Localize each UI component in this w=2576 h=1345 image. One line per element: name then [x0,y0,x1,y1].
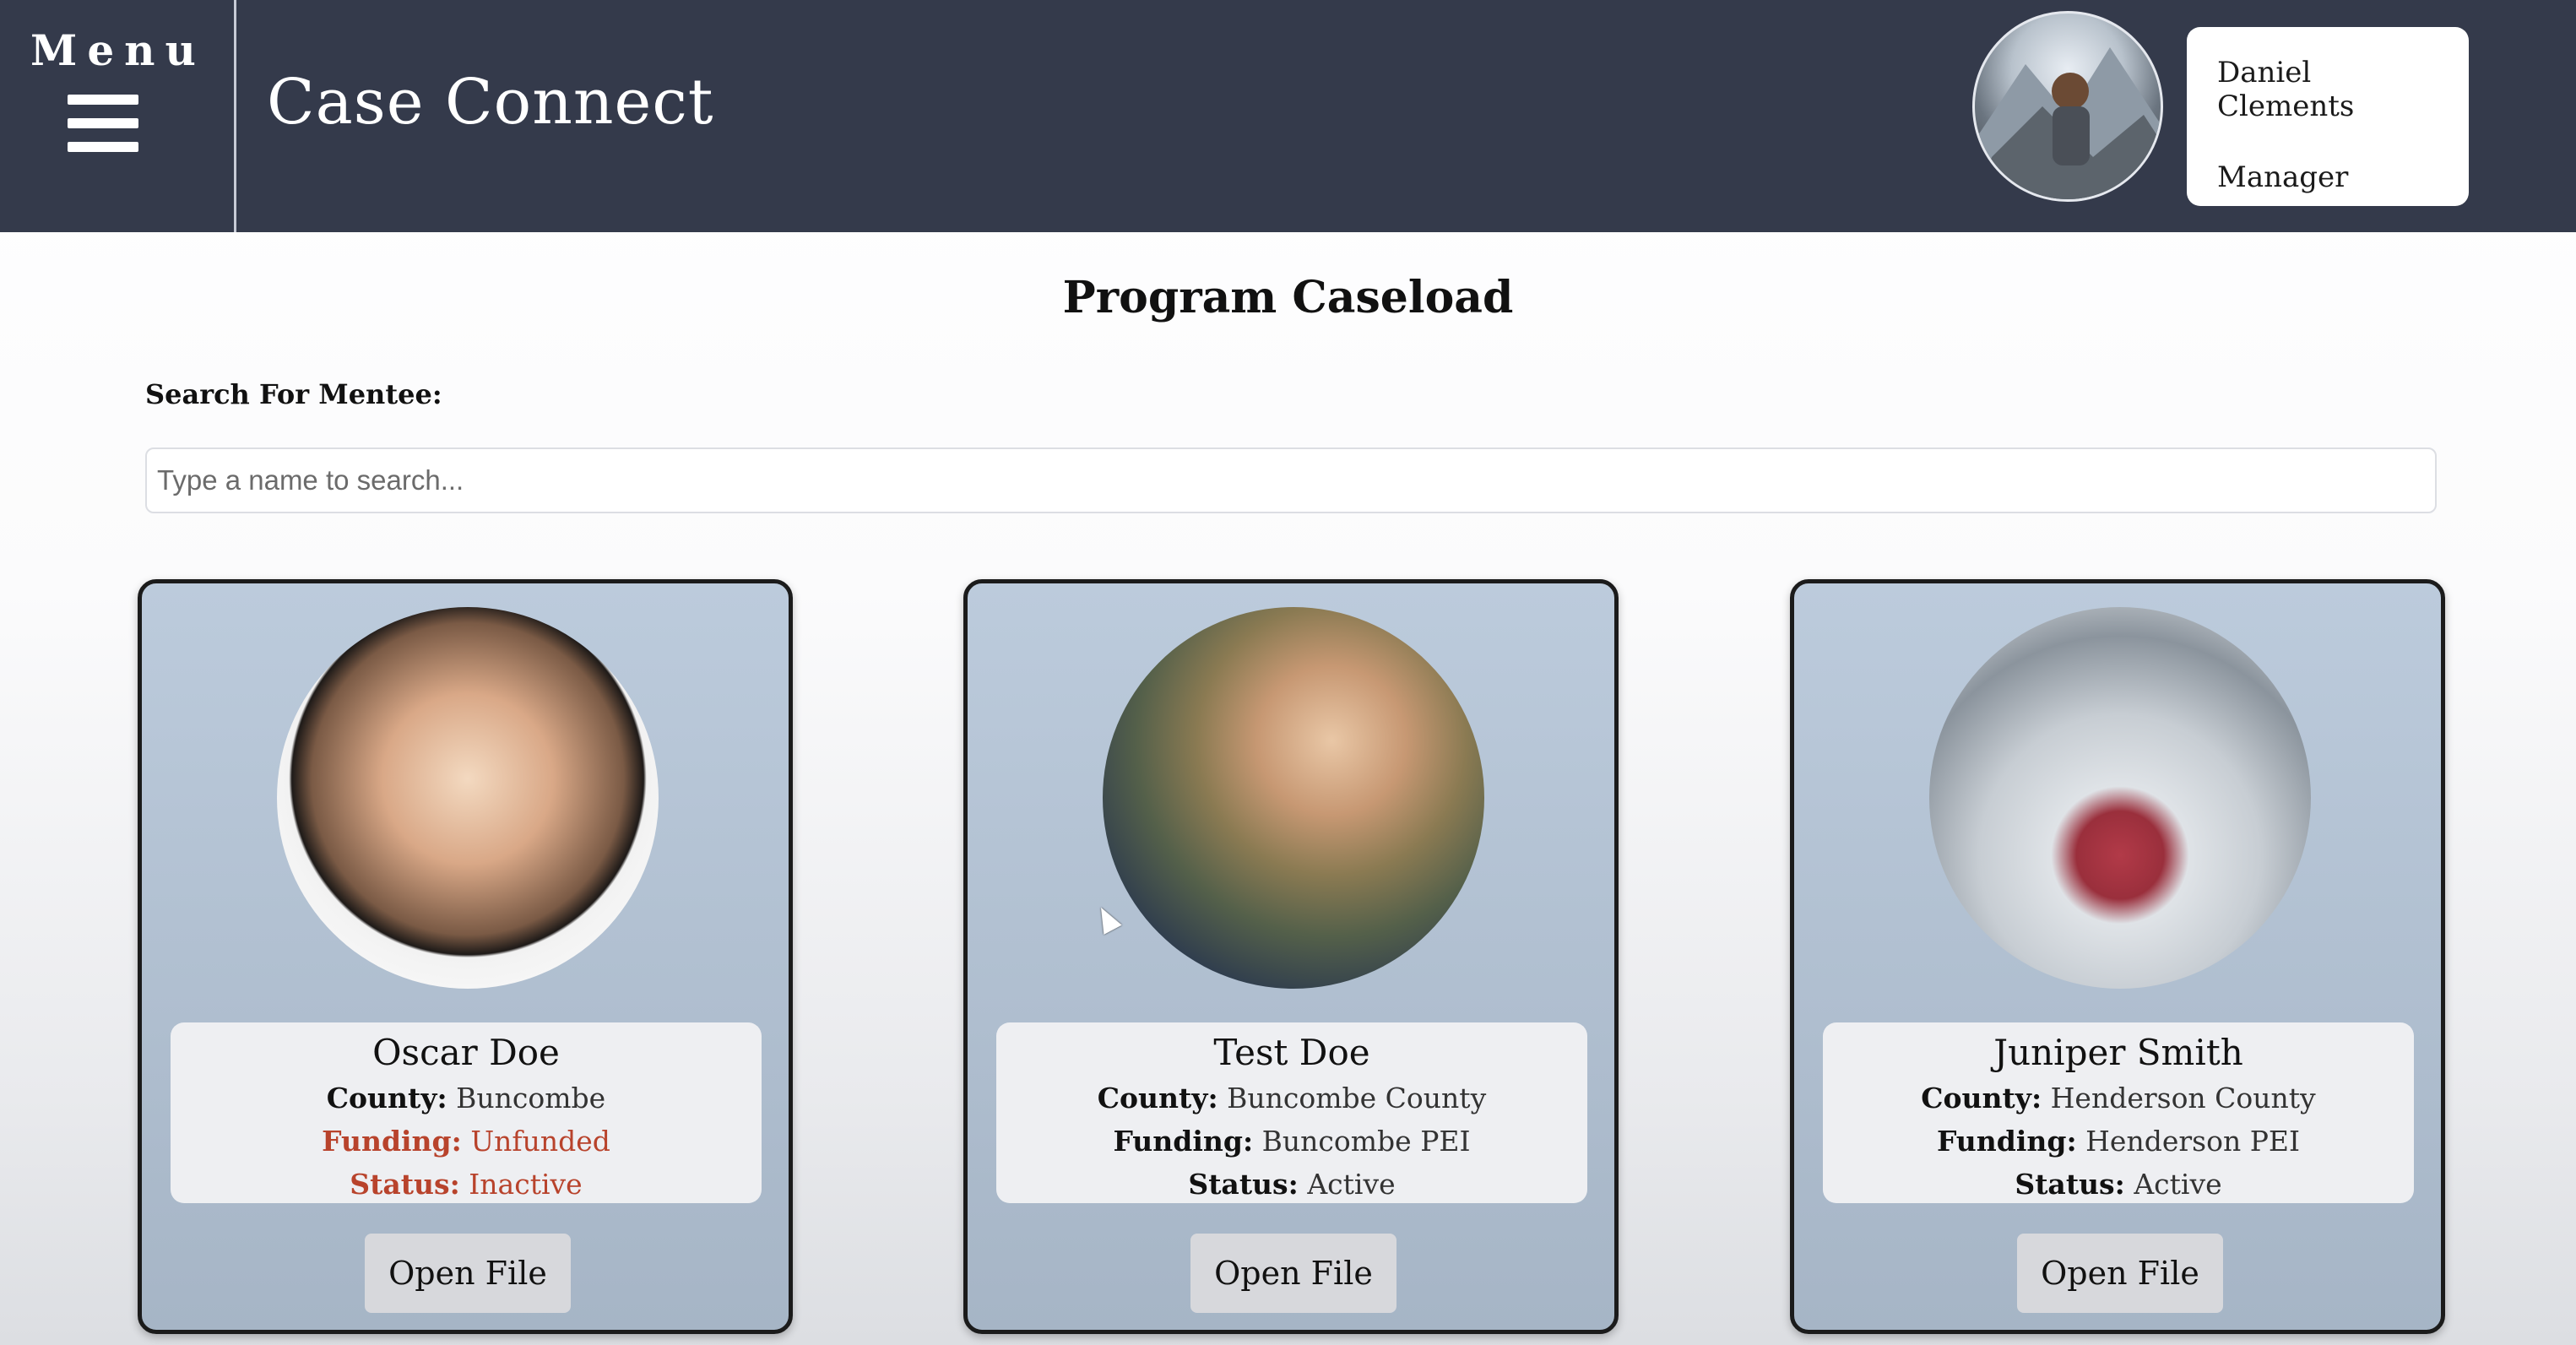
status-value: Active [2134,1168,2222,1201]
funding-value: Henderson PEI [2085,1125,2301,1158]
open-file-button[interactable]: Open File [2017,1234,2223,1313]
page-title: Program Caseload [1062,272,1514,323]
county-value: Buncombe County [1227,1082,1487,1115]
open-file-button[interactable]: Open File [1190,1234,1396,1313]
mentee-card: Juniper Smith County: Henderson County F… [1790,579,2445,1334]
mentee-funding: Funding: Unfunded [171,1120,762,1163]
search-label: Search For Mentee: [145,378,442,410]
county-key: County: [1921,1082,2042,1115]
mentee-name: Test Doe [1213,1032,1370,1073]
user-info-card[interactable]: Daniel Clements Manager [2187,27,2469,206]
mentee-card: Oscar Doe County: Buncombe Funding: Unfu… [138,579,793,1334]
status-key: Status: [1188,1168,1299,1201]
user-name: Daniel Clements [2217,56,2355,123]
menu-button[interactable]: Menu [0,0,236,232]
menu-label: Menu [30,25,206,75]
funding-value: Unfunded [470,1125,610,1158]
mentee-info: Oscar Doe County: Buncombe Funding: Unfu… [171,1022,762,1203]
status-value: Inactive [469,1168,583,1201]
mentee-county: County: Henderson County [1823,1077,2414,1120]
county-key: County: [1097,1082,1218,1115]
mentee-county: County: Buncombe County [996,1077,1587,1120]
top-bar: Menu Case Connect Daniel Clements Manage… [0,0,2576,232]
search-input[interactable] [145,447,2437,513]
mentee-card: Test Doe County: Buncombe County Funding… [963,579,1619,1334]
funding-key: Funding: [1113,1125,1254,1158]
county-value: Henderson County [2050,1082,2316,1115]
hamburger-icon[interactable] [68,95,138,165]
mentee-status: Status: Active [996,1163,1587,1206]
user-role: Manager [2217,160,2349,194]
status-value: Active [1307,1168,1396,1201]
mentee-photo [277,607,659,989]
mentee-status: Status: Inactive [171,1163,762,1206]
county-key: County: [326,1082,447,1115]
status-key: Status: [2015,1168,2125,1201]
mentee-county: County: Buncombe [171,1077,762,1120]
status-key: Status: [350,1168,460,1201]
open-file-button[interactable]: Open File [365,1234,571,1313]
mentee-photo [1103,607,1484,989]
mentee-photo [1929,607,2311,989]
mentee-info: Juniper Smith County: Henderson County F… [1823,1022,2414,1203]
user-avatar[interactable] [1972,11,2163,202]
mentee-info: Test Doe County: Buncombe County Funding… [996,1022,1587,1203]
mentee-funding: Funding: Henderson PEI [1823,1120,2414,1163]
funding-value: Buncombe PEI [1261,1125,1471,1158]
mentee-status: Status: Active [1823,1163,2414,1206]
mentee-name: Oscar Doe [372,1032,560,1073]
app-title: Case Connect [267,66,714,138]
funding-key: Funding: [1936,1125,2077,1158]
county-value: Buncombe [456,1082,606,1115]
mentee-funding: Funding: Buncombe PEI [996,1120,1587,1163]
funding-key: Funding: [322,1125,462,1158]
mentee-name: Juniper Smith [1993,1032,2243,1073]
